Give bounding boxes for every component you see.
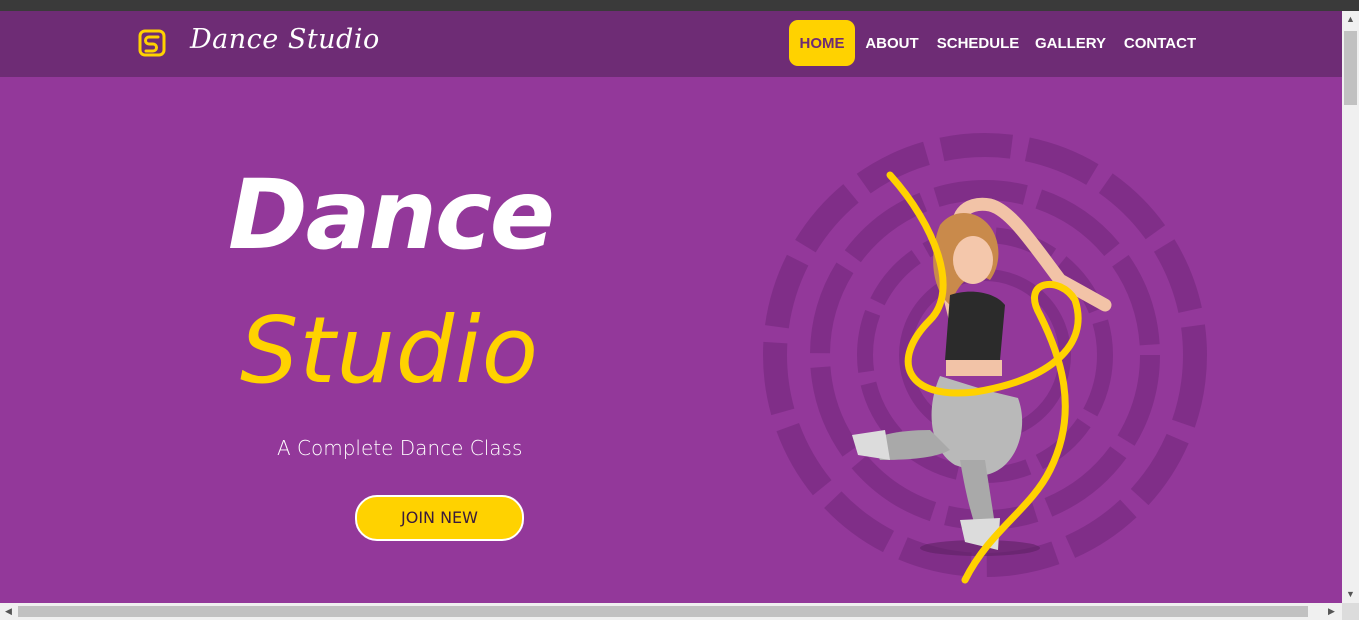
scroll-right-icon[interactable]: ▶ <box>1323 603 1340 620</box>
horizontal-scroll-thumb[interactable] <box>18 606 1308 617</box>
nav-contact[interactable]: CONTACT <box>1119 20 1201 66</box>
browser-top-bar <box>0 0 1359 11</box>
scroll-down-icon[interactable]: ▼ <box>1342 586 1359 603</box>
navbar: Dance Studio HOME ABOUT SCHEDULE GALLERY… <box>0 11 1342 77</box>
ds-logo-icon[interactable] <box>138 28 168 58</box>
nav-schedule[interactable]: SCHEDULE <box>934 20 1022 66</box>
nav-home[interactable]: HOME <box>789 20 855 66</box>
hero-subtitle: A Complete Dance Class <box>277 436 523 460</box>
hero-title-line2: Studio <box>240 297 540 404</box>
vertical-scroll-thumb[interactable] <box>1344 31 1357 105</box>
hero-title-line1: Dance <box>228 159 555 271</box>
scroll-up-icon[interactable]: ▲ <box>1342 11 1359 28</box>
nav-about[interactable]: ABOUT <box>862 20 922 66</box>
join-new-button[interactable]: JOIN NEW <box>355 495 524 541</box>
nav-gallery[interactable]: GALLERY <box>1033 20 1108 66</box>
vertical-scrollbar[interactable]: ▲ ▼ <box>1342 11 1359 603</box>
scroll-left-icon[interactable]: ◀ <box>0 603 17 620</box>
horizontal-scrollbar[interactable]: ◀ ▶ <box>0 603 1342 620</box>
brand-name[interactable]: Dance Studio <box>190 24 380 55</box>
dancer-illustration <box>763 133 1207 584</box>
scrollbar-corner <box>1342 603 1359 620</box>
